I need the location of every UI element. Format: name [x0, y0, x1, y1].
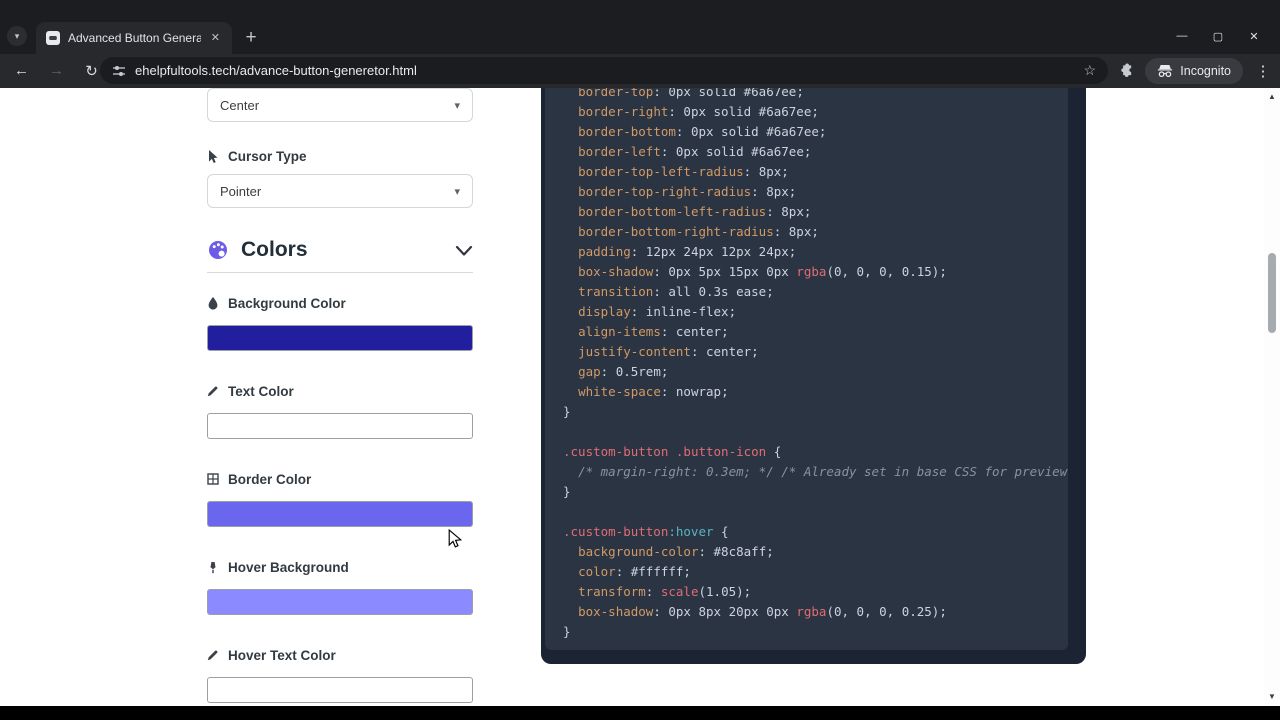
border-icon [207, 473, 219, 485]
hover-text-color-field: Hover Text Color [207, 647, 473, 703]
css-code: border-top: 0px solid #6a67ee; border-ri… [545, 88, 1068, 650]
pencil-icon [207, 650, 218, 661]
text-color-field: Text Color [207, 383, 473, 439]
pencil-icon [207, 386, 218, 397]
incognito-label: Incognito [1180, 63, 1231, 78]
hover-background-input[interactable] [207, 589, 473, 615]
text-color-input[interactable] [207, 413, 473, 439]
tab-close-icon[interactable]: ✕ [209, 31, 222, 46]
alignment-select-value: Center [220, 97, 260, 113]
close-window-button[interactable]: ✕ [1236, 22, 1272, 50]
cursor-type-label: Cursor Type [207, 148, 473, 164]
colors-heading: Colors [241, 238, 308, 261]
tab-search-button[interactable]: ▾ [7, 26, 27, 46]
page-content: Center ▾ Cursor Type Pointer ▾ Colors Ba… [0, 88, 1280, 706]
hover-background-label: Hover Background [207, 559, 473, 575]
extensions-puzzle-icon[interactable] [1118, 63, 1134, 78]
forward-button: → [49, 62, 64, 79]
mouse-cursor [448, 529, 462, 548]
hover-text-color-input[interactable] [207, 677, 473, 703]
background-color-label-text: Background Color [228, 295, 346, 311]
site-controls-icon [113, 65, 125, 76]
scroll-down-arrow[interactable]: ▼ [1264, 690, 1280, 704]
background-color-input[interactable] [207, 325, 473, 351]
controls-panel: Center ▾ Cursor Type Pointer ▾ Colors Ba… [207, 88, 473, 703]
background-color-field: Background Color [207, 295, 473, 351]
browser-menu-icon[interactable]: ⋮ [1254, 62, 1272, 80]
hover-text-color-label: Hover Text Color [207, 647, 473, 663]
hover-background-label-text: Hover Background [228, 559, 349, 575]
border-color-label-text: Border Color [228, 471, 312, 487]
droplet-icon [208, 297, 218, 310]
bookmark-star-icon[interactable]: ☆ [1083, 62, 1096, 79]
window-controls: — ▢ ✕ [1164, 22, 1272, 50]
cursor-pointer-icon [209, 149, 218, 163]
text-color-label-text: Text Color [228, 383, 294, 399]
address-bar[interactable]: ehelpfultools.tech/advance-button-genere… [100, 57, 1108, 84]
text-color-label: Text Color [207, 383, 473, 399]
marker-icon [210, 561, 216, 573]
tab-favicon [46, 31, 60, 45]
hover-text-color-label-text: Hover Text Color [228, 647, 336, 663]
section-divider [207, 272, 473, 273]
chevron-down-icon: ▾ [454, 99, 460, 112]
chevron-down-icon: ▾ [14, 30, 20, 41]
url-text[interactable]: ehelpfultools.tech/advance-button-genere… [135, 63, 417, 78]
colors-section-toggle[interactable]: Colors [207, 236, 473, 264]
minimize-button[interactable]: — [1164, 22, 1200, 50]
tab-title: Advanced Button Generator [68, 31, 201, 45]
tab-strip: ▾ Advanced Button Generator ✕ + — ▢ ✕ [0, 0, 1280, 54]
cursor-type-select-value: Pointer [220, 183, 262, 199]
border-color-label: Border Color [207, 471, 473, 487]
cursor-type-select[interactable]: Pointer ▾ [207, 174, 473, 208]
scroll-up-arrow[interactable]: ▲ [1264, 90, 1280, 104]
scrollbar-thumb[interactable] [1268, 253, 1276, 333]
incognito-badge: Incognito [1145, 57, 1243, 84]
border-color-input[interactable] [207, 501, 473, 527]
chevron-down-icon [455, 245, 473, 256]
page-scrollbar[interactable]: ▲ ▼ [1264, 88, 1280, 706]
generated-css-card: border-top: 0px solid #6a67ee; border-ri… [541, 88, 1086, 664]
hover-background-field: Hover Background [207, 559, 473, 615]
alignment-select[interactable]: Center ▾ [207, 88, 473, 122]
incognito-icon [1158, 64, 1173, 77]
border-color-field: Border Color [207, 471, 473, 527]
browser-tab[interactable]: Advanced Button Generator ✕ [36, 22, 232, 54]
chevron-down-icon: ▾ [454, 185, 460, 198]
back-button[interactable]: ← [8, 57, 35, 84]
new-tab-button[interactable]: + [238, 25, 264, 51]
maximize-button[interactable]: ▢ [1200, 22, 1236, 50]
background-color-label: Background Color [207, 295, 473, 311]
palette-icon [209, 241, 227, 259]
cursor-type-label-text: Cursor Type [228, 148, 307, 164]
